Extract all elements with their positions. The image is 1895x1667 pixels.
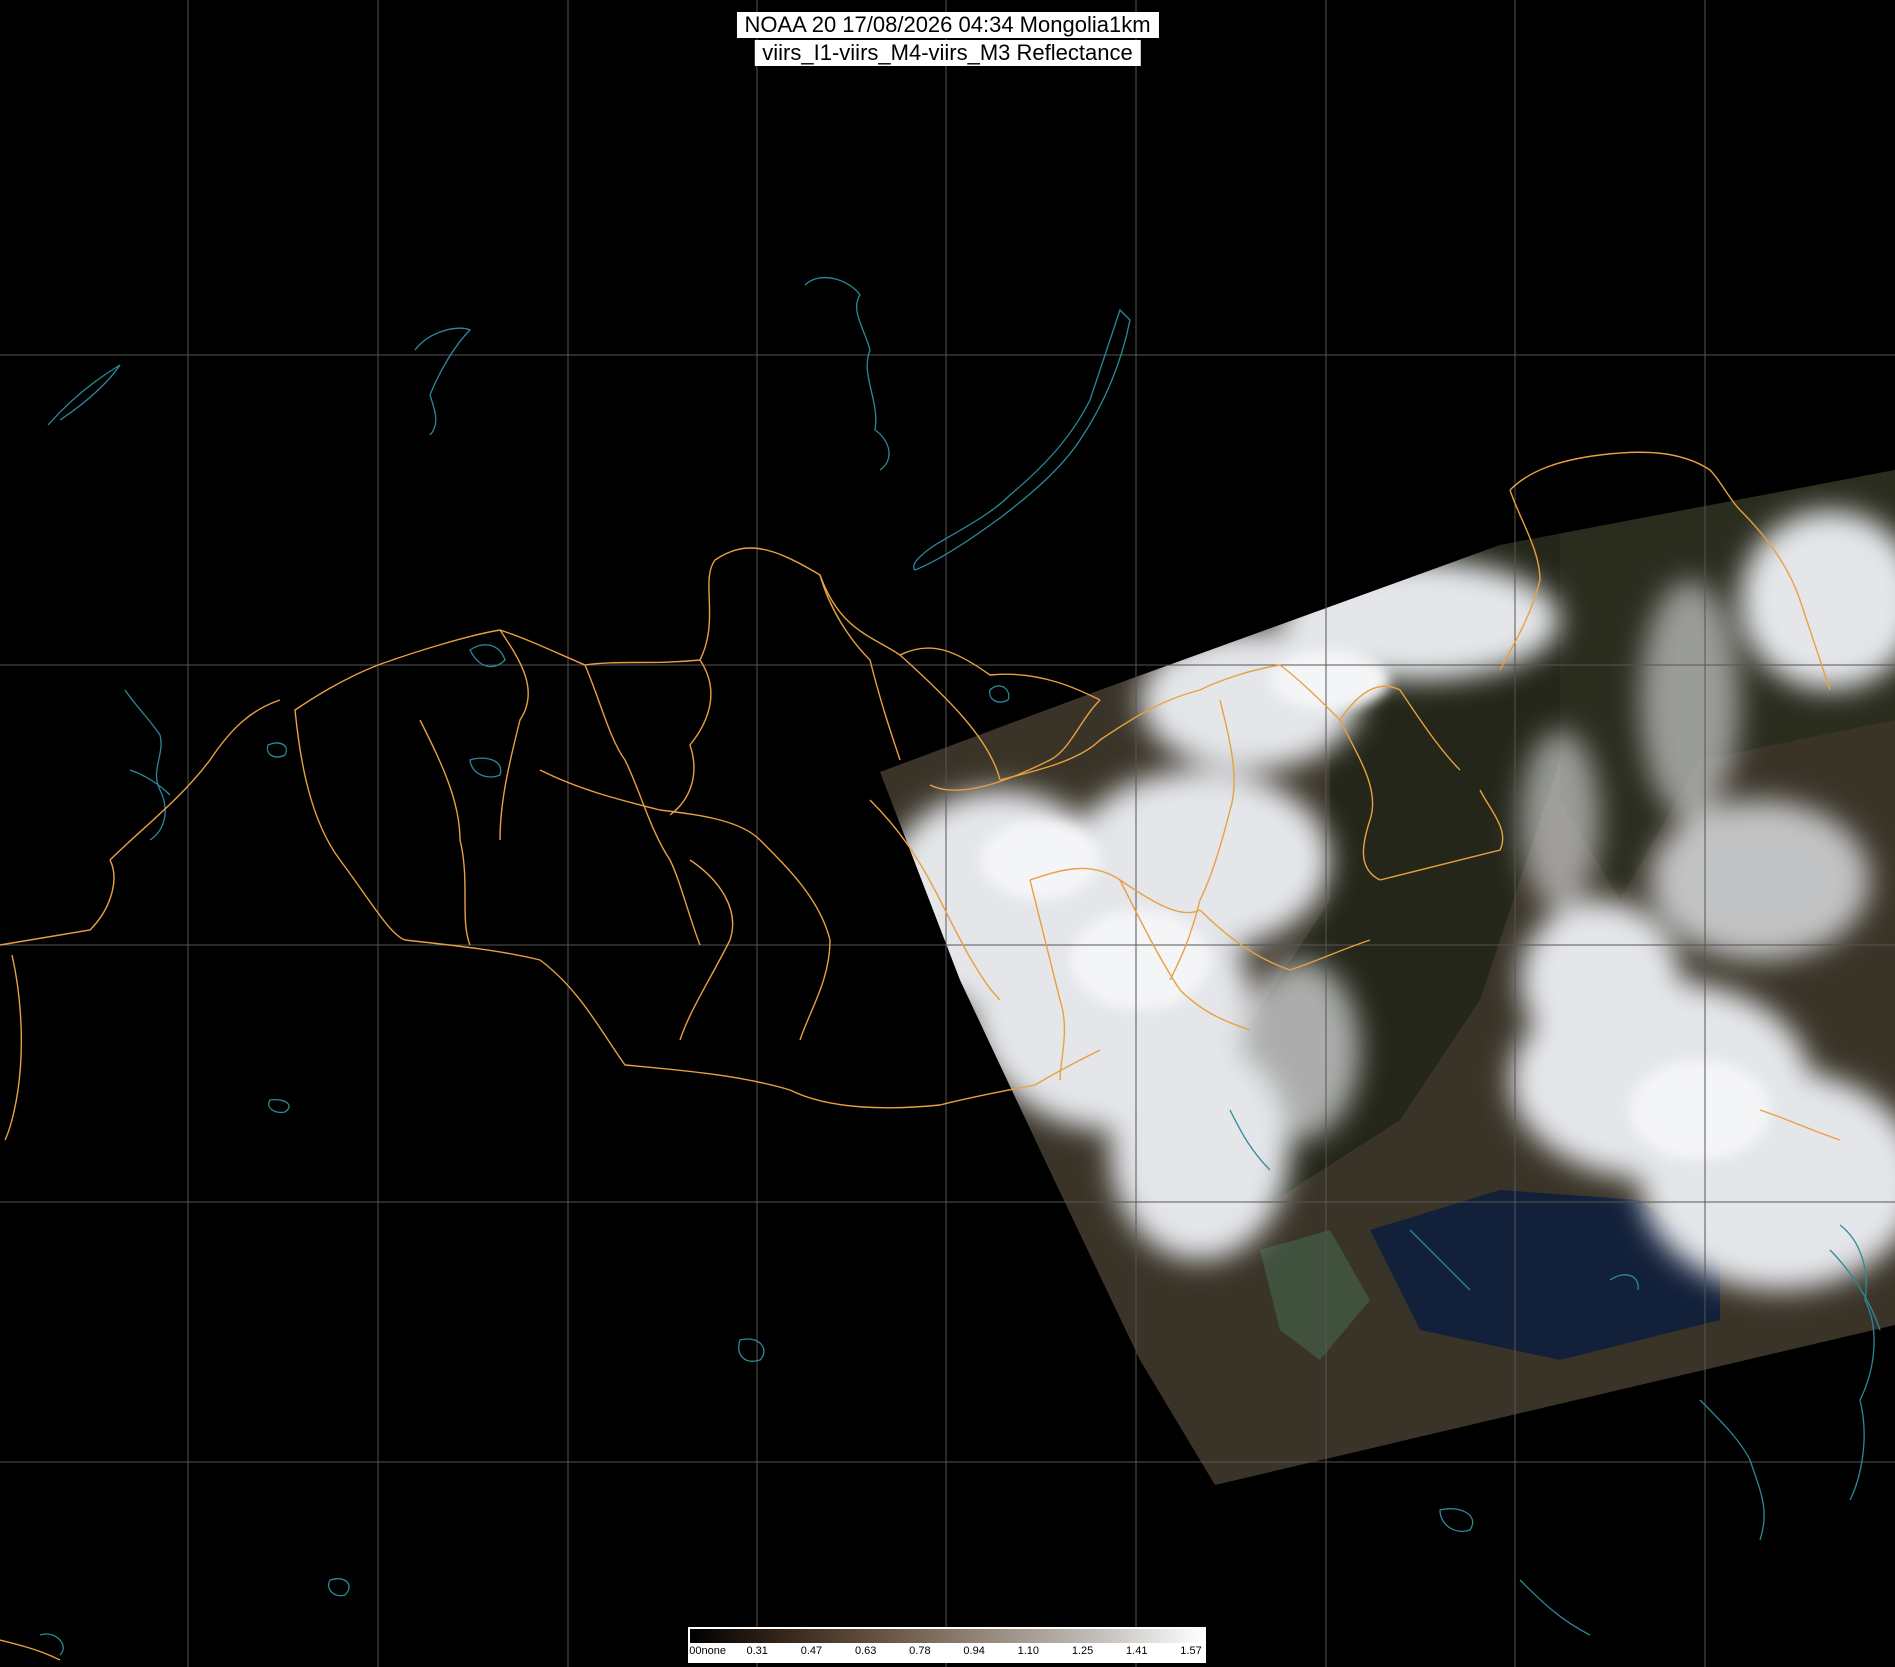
- colorbar-tick-label: 0.31: [746, 1645, 768, 1657]
- colorbar-tick-label: 0.00none: [680, 1645, 726, 1657]
- title-line-2: viirs_I1-viirs_M4-viirs_M3 Reflectance: [754, 40, 1141, 66]
- title-line-1: NOAA 20 17/08/2026 04:34 Mongolia1km: [736, 12, 1159, 38]
- satellite-swath: [880, 470, 1895, 1485]
- colorbar-legend: 0.00none 0.31 0.47 0.63 0.78 0.94 1.10 1.25 1.41…: [680, 1627, 1206, 1663]
- colorbar-gradient: [690, 1629, 1204, 1643]
- colorbar-tick-label: 0.78: [909, 1645, 931, 1657]
- colorbar-tick-label: 0.63: [854, 1645, 877, 1657]
- colorbar-tick-label: 0.94: [963, 1645, 985, 1657]
- colorbar-tick-label: 1.57: [1180, 1645, 1202, 1657]
- satellite-map: [0, 0, 1895, 1667]
- colorbar-tick-label: 1.10: [1017, 1645, 1040, 1657]
- colorbar-tick-label: 0.47: [800, 1645, 823, 1657]
- colorbar-tick-label: 1.25: [1071, 1645, 1094, 1657]
- colorbar-tick-label: 1.41: [1126, 1645, 1148, 1657]
